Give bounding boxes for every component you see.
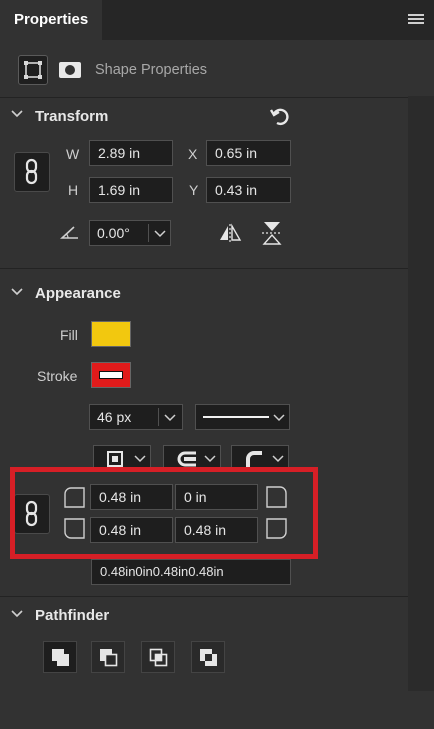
intersect-button[interactable] — [141, 641, 175, 673]
mask-icon — [59, 62, 81, 78]
scrollbar[interactable] — [408, 96, 434, 691]
intersect-icon — [149, 648, 168, 667]
width-input[interactable]: 2.89 in — [89, 140, 173, 166]
chevron-down-icon — [272, 455, 284, 463]
width-label: W — [66, 146, 80, 162]
rotation-value: 0.00° — [97, 225, 130, 241]
height-label: H — [68, 182, 79, 198]
tab-properties[interactable]: Properties — [0, 0, 102, 40]
reset-icon[interactable] — [268, 104, 292, 133]
angle-icon — [59, 224, 80, 245]
height-input[interactable]: 1.69 in — [89, 177, 173, 203]
round-cap-icon — [177, 451, 196, 467]
stroke-inside-icon — [107, 451, 123, 467]
chevron-down-icon — [154, 230, 166, 238]
fill-label: Fill — [60, 327, 78, 343]
bounding-box-button[interactable] — [18, 55, 48, 85]
appearance-collapse-chevron-icon[interactable] — [11, 286, 23, 300]
stroke-width-dropdown[interactable]: 46 px — [89, 404, 183, 430]
exclude-button[interactable] — [191, 641, 225, 673]
stroke-style-dropdown[interactable] — [195, 404, 290, 430]
stroke-label: Stroke — [37, 368, 78, 384]
link-icon — [25, 158, 38, 185]
constrain-proportions-button[interactable] — [14, 152, 50, 192]
hamburger-menu-icon[interactable] — [408, 14, 424, 26]
divider — [0, 97, 408, 98]
unite-button[interactable] — [43, 641, 77, 673]
subtract-button[interactable] — [91, 641, 125, 673]
y-label: Y — [189, 182, 199, 198]
x-label: X — [188, 146, 198, 162]
pathfinder-title: Pathfinder — [35, 607, 110, 624]
mask-button[interactable] — [55, 55, 85, 85]
x-input[interactable]: 0.65 in — [206, 140, 291, 166]
dropdown-separator — [148, 224, 149, 242]
transform-title: Transform — [35, 108, 109, 125]
chevron-down-icon — [204, 455, 216, 463]
round-join-icon — [246, 451, 262, 469]
chevron-down-icon — [164, 414, 176, 422]
stroke-color-swatch[interactable] — [91, 362, 131, 388]
chevron-down-icon — [134, 455, 146, 463]
transform-collapse-chevron-icon[interactable] — [11, 108, 23, 122]
rotation-dropdown[interactable]: 0.00° — [89, 220, 171, 246]
stroke-width-value: 46 px — [97, 409, 132, 425]
exclude-icon — [200, 649, 217, 666]
dropdown-separator — [158, 408, 159, 426]
divider — [0, 268, 408, 269]
corner-values-field[interactable]: 0.48in0in0.48in0.48in — [91, 559, 291, 585]
flip-horizontal-icon[interactable] — [217, 222, 243, 249]
y-input[interactable]: 0.43 in — [206, 177, 291, 203]
flip-vertical-icon[interactable] — [259, 219, 285, 252]
divider — [0, 596, 408, 597]
stroke-swatch-inner — [99, 371, 123, 379]
pathfinder-collapse-chevron-icon[interactable] — [11, 608, 23, 622]
mode-label: Shape Properties — [95, 62, 208, 78]
solid-line-preview — [203, 416, 269, 418]
bounding-box-icon — [24, 61, 42, 79]
subtract-icon — [100, 649, 118, 667]
fill-color-swatch[interactable] — [91, 321, 131, 347]
chevron-down-icon — [273, 414, 285, 422]
appearance-title: Appearance — [35, 285, 121, 302]
highlight-box — [10, 467, 318, 559]
unite-icon — [52, 649, 69, 666]
